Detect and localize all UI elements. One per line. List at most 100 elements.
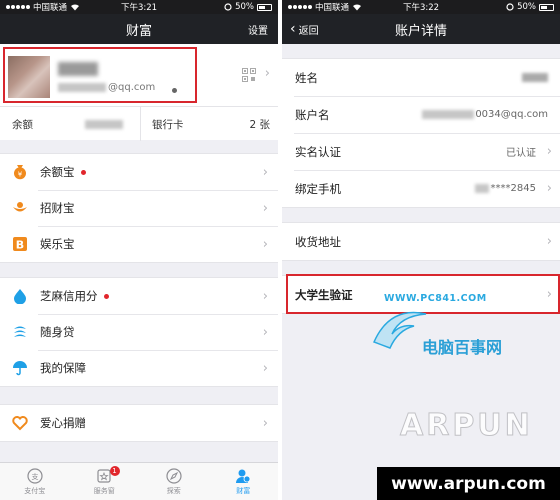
balance-row: 余额 银行卡 2 张 [0,106,278,141]
wealth-group-2: 芝麻信用分 › 随身贷 › 我的保障 › [0,277,278,387]
zhaocaibao-icon [13,202,27,212]
list-item-baozhang[interactable]: 我的保障 › [0,350,278,386]
nav-bar: ‹ 返回 账户详情 [282,14,560,44]
tab-badge: 1 [109,466,120,476]
wealth-group-1: ¥ 余额宝 › 招财宝 › B 娱乐宝 › [0,153,278,263]
heart-icon [12,416,28,431]
back-button[interactable]: ‹ 返回 [290,21,319,37]
nav-bar: 财富 设置 [0,14,278,44]
list-item-yulebao[interactable]: B 娱乐宝 › [0,226,278,262]
watermark-text: 电脑百事网 [422,338,503,357]
page-title: 账户详情 [394,23,447,39]
phone-value: ****2845 [474,183,536,194]
row-real-name[interactable]: 实名认证 已认证 › [282,133,560,170]
list-item-yuebao[interactable]: ¥ 余额宝 › [0,154,278,190]
suishendai-icon [14,326,26,337]
tab-label: 探索 [166,486,181,495]
balance-value-redacted [85,119,123,129]
balance-cell[interactable]: 余额 [12,107,123,141]
bank-card-label: 银行卡 [152,118,184,131]
notification-dot [103,294,109,299]
item-label: 余额宝 [40,165,75,179]
chevron-right-icon: › [264,66,270,81]
chevron-left-icon: ‹ [290,21,296,37]
status-bar: 中国联通 下午3:22 50% [282,0,560,14]
tab-wealth[interactable]: 财富 [209,463,279,500]
bank-card-cell[interactable]: 银行卡 2 张 [152,107,270,141]
tab-label: 服务窗 [93,486,115,495]
chevron-right-icon: › [262,361,268,376]
svg-text:¥: ¥ [18,171,23,179]
highlight-box-profile [3,47,197,103]
list-item-zhima[interactable]: 芝麻信用分 › [0,278,278,314]
item-label: 芝麻信用分 [40,289,98,303]
row-address[interactable]: 收货地址 › [282,223,560,260]
list-item-zhaocaibao[interactable]: 招财宝 › [0,190,278,226]
yulebao-icon: B [13,237,27,252]
tab-label: 财富 [236,486,251,495]
alipay-icon: 支 [27,467,43,484]
chevron-right-icon: › [262,201,268,216]
wealth-group-3: 爱心捐赠 › [0,404,278,442]
zhima-icon [14,289,26,304]
notification-dot [80,170,86,175]
watermark-arpun: ARPUN [400,408,533,444]
svg-text:支: 支 [31,472,38,481]
name-value-redacted [522,73,548,82]
wealth-screen: 中国联通 下午3:21 50% 财富 设置 › @qq.com 余额 银行卡 2… [0,0,278,500]
balance-label: 余额 [12,118,33,131]
battery-icon [539,3,554,11]
chevron-right-icon: › [546,234,552,249]
chevron-right-icon: › [262,416,268,431]
watermark-url: WWW.PC841.COM [384,293,487,304]
real-name-status: 已认证 [506,148,536,159]
tab-explore[interactable]: 探索 [139,463,209,500]
chevron-right-icon: › [546,144,552,159]
wealth-icon [236,469,251,483]
back-label: 返回 [298,25,319,37]
item-label: 我的保障 [40,361,86,375]
alarm-icon [506,3,514,11]
account-value: 0034@qq.com [422,109,548,120]
address-group: 收货地址 › [282,222,560,261]
row-account: 账户名 0034@qq.com [282,96,560,133]
chevron-right-icon: › [262,325,268,340]
list-item-suishendai[interactable]: 随身贷 › [0,314,278,350]
row-phone[interactable]: 绑定手机 ****2845 › [282,170,560,207]
row-label: 收货地址 [295,234,341,249]
bank-card-count: 2 张 [249,118,270,131]
yuebao-icon: ¥ [14,165,26,180]
tab-bar: 支 支付宝 服务窗 1 探索 财富 [0,462,278,500]
row-label: 绑定手机 [295,181,341,196]
chevron-right-icon: › [262,237,268,252]
pc841-logo [372,311,427,349]
svg-text:B: B [16,239,24,252]
alarm-icon [224,3,232,11]
account-info-group: 姓名 账户名 0034@qq.com 实名认证 已认证 › 绑定手机 ****2… [282,58,560,208]
status-bar: 中国联通 下午3:21 50% [0,0,278,14]
item-label: 爱心捐赠 [40,416,86,430]
tab-label: 支付宝 [24,486,46,495]
row-name: 姓名 [282,59,560,96]
battery-percent: 50% [235,2,254,12]
row-label: 账户名 [295,107,330,122]
qr-code-icon[interactable] [242,68,256,82]
settings-button[interactable]: 设置 [248,22,268,37]
item-label: 随身贷 [40,325,75,339]
chevron-right-icon: › [546,181,552,196]
chevron-right-icon: › [262,289,268,304]
tab-alipay[interactable]: 支 支付宝 [0,463,70,500]
list-item-donation[interactable]: 爱心捐赠 › [0,405,278,441]
tab-service-window[interactable]: 服务窗 1 [70,463,140,500]
battery-percent: 50% [517,2,536,12]
item-label: 招财宝 [40,201,75,215]
battery-icon [257,3,272,11]
watermark-site: www.arpun.com [377,467,560,500]
divider [140,107,141,141]
item-label: 娱乐宝 [40,237,75,251]
row-label: 实名认证 [295,144,341,159]
row-label: 姓名 [295,70,318,85]
account-details-screen: 中国联通 下午3:22 50% ‹ 返回 账户详情 姓名 账户名 0034@qq… [282,0,560,500]
chevron-right-icon: › [262,165,268,180]
umbrella-icon [13,361,27,376]
